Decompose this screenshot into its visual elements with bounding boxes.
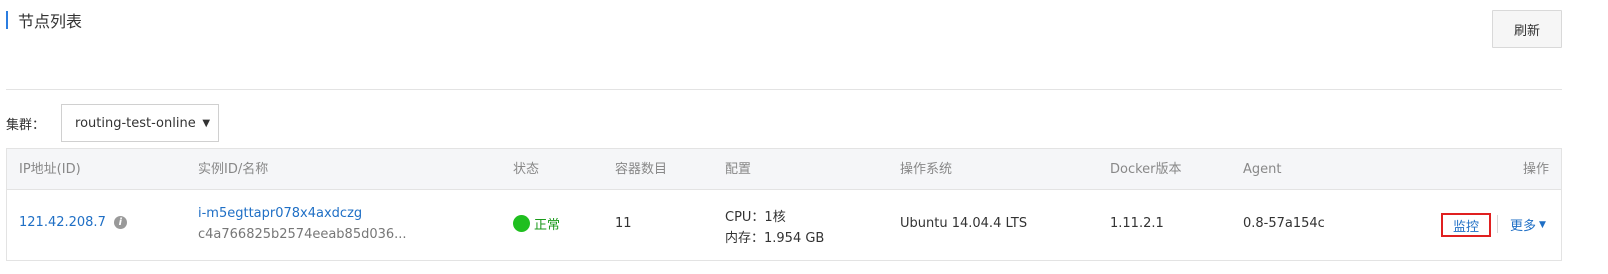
container-count: 11 (615, 216, 632, 231)
status-cell: 正常 (513, 214, 560, 233)
cluster-select[interactable]: routing-test-online ▼ (61, 104, 220, 142)
ip-cell: 121.42.208.7 i (19, 215, 127, 230)
cluster-filter: 集群： routing-test-online ▼ (6, 104, 220, 142)
col-header-instance: 实例ID/名称 (198, 162, 269, 177)
table-header: IP地址(ID) 实例ID/名称 状态 容器数目 配置 操作系统 Docker版… (7, 149, 1561, 190)
instance-name: c4a766825b2574eeab85d036... (198, 227, 407, 242)
title-accent-bar (6, 11, 8, 29)
refresh-button[interactable]: 刷新 (1492, 10, 1562, 48)
more-label: 更多 (1510, 219, 1537, 234)
ip-link[interactable]: 121.42.208.7 (19, 215, 106, 230)
status-ok-icon (513, 215, 530, 232)
monitor-button[interactable]: 监控 (1441, 213, 1491, 237)
col-header-docker: Docker版本 (1110, 162, 1182, 177)
node-table: IP地址(ID) 实例ID/名称 状态 容器数目 配置 操作系统 Docker版… (6, 148, 1562, 261)
info-icon[interactable]: i (113, 216, 127, 229)
chevron-down-icon: ▼ (1539, 219, 1546, 230)
os-cell: Ubuntu 14.04.4 LTS (900, 216, 1028, 231)
col-header-containers: 容器数目 (615, 162, 668, 177)
agent-cell: 0.8-57a154c (1243, 216, 1325, 231)
cluster-label: 集群： (6, 117, 46, 133)
config-memory: 内存：1.954 GB (725, 231, 825, 246)
col-header-actions: 操作 (1523, 162, 1550, 177)
header-divider (6, 89, 1562, 90)
page-title-bar: 节点列表 (6, 10, 83, 31)
action-separator (1497, 215, 1498, 233)
caret-down-icon: ▼ (202, 117, 211, 129)
instance-id-link[interactable]: i-m5egttapr078x4axdczg (198, 206, 362, 221)
docker-version-cell: 1.11.2.1 (1110, 216, 1164, 231)
col-header-ip: IP地址(ID) (19, 162, 81, 177)
col-header-os: 操作系统 (900, 162, 953, 177)
more-dropdown[interactable]: 更多 ▼ (1510, 215, 1546, 234)
col-header-status: 状态 (513, 162, 540, 177)
page-title: 节点列表 (18, 12, 83, 31)
status-label: 正常 (534, 218, 561, 233)
cluster-select-value: routing-test-online (75, 115, 196, 131)
col-header-config: 配置 (725, 162, 752, 177)
config-cpu: CPU：1核 (725, 210, 786, 225)
col-header-agent: Agent (1243, 162, 1282, 177)
